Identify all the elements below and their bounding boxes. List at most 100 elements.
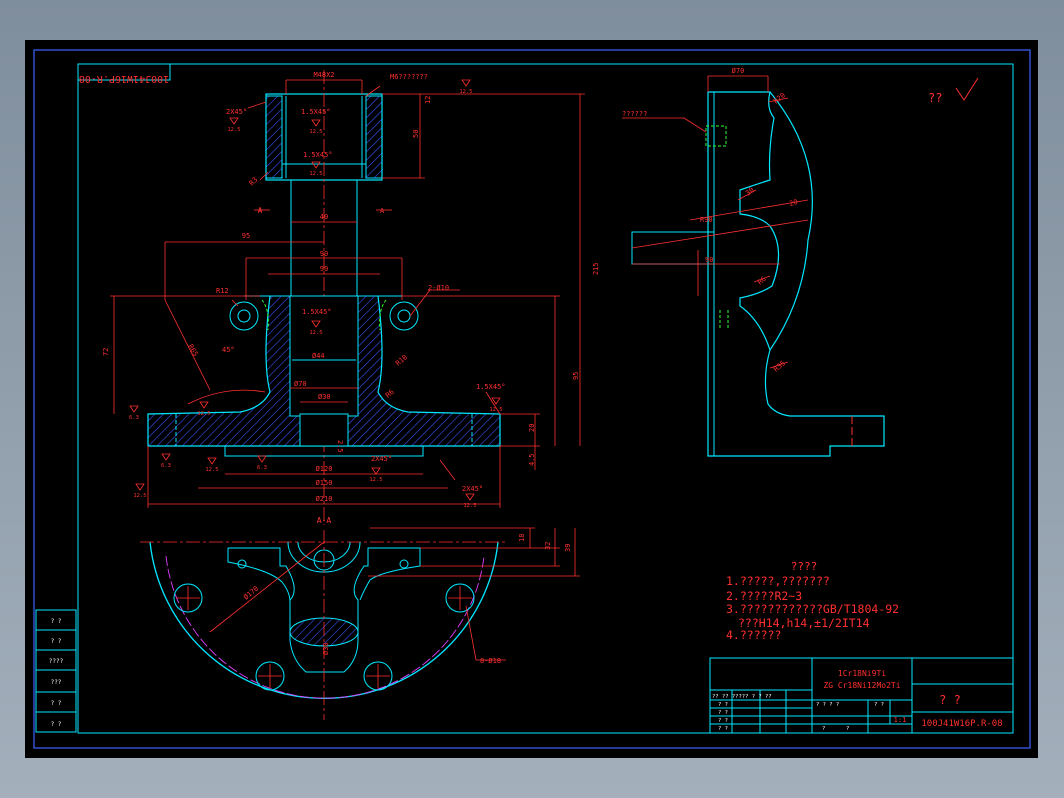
section-dimension: 39 [564, 544, 572, 552]
left-table-cell: ???? [49, 658, 64, 665]
roughness-icon [311, 119, 321, 127]
side-dimension: 90 [705, 256, 713, 264]
front-dimension: M6??????? [390, 73, 428, 81]
title-block-cell: ? ? [718, 726, 728, 732]
title-block-cell: ?? ?? ????? ? ? ?? [712, 694, 772, 700]
front-dimension: 50 [412, 130, 420, 138]
roughness-icon [461, 79, 471, 87]
left-table-cell: ? ? [51, 638, 62, 645]
drawing-canvas[interactable]: 100J41W16P.R-08 ? ?? ????????? ?? ? M48X… [25, 40, 1038, 758]
side-dimension: R90 [700, 216, 713, 224]
front-dimension: Ø30 [318, 393, 331, 401]
side-dimension: ?????? [622, 110, 647, 118]
material-secondary: ZG Cr18Ni12Mo2Ti [823, 681, 900, 690]
drawing-number: 100J41W16P.R-08 [921, 719, 1002, 729]
drawing-svg: 100J41W16P.R-08 ? ?? ????????? ?? ? M48X… [33, 49, 1031, 749]
section-dimension: 8-Ø18 [480, 657, 501, 665]
side-dimension: R20 [772, 91, 787, 105]
roughness-value: 12.5 [309, 171, 322, 177]
section-dimension: 32 [544, 542, 552, 550]
scale-label: 1:1 [894, 716, 907, 724]
side-dimension: 20 [788, 198, 798, 208]
front-dimension: 4.5 [528, 453, 536, 466]
roughness-value: 6.3 [129, 415, 139, 421]
front-dimension: R12 [216, 287, 229, 295]
roughness-value: 12.5 [369, 477, 382, 483]
front-dimension: 2-Ø10 [428, 284, 449, 292]
front-dimension: 45° [222, 346, 235, 354]
roughness-value: 12.5 [133, 493, 146, 499]
roughness-value: 12.5 [489, 407, 502, 413]
roughness-mark: ?? [928, 91, 942, 105]
title-block-cell: ? ? ? ? [816, 702, 839, 708]
front-dimension: 1.5X45° [302, 308, 332, 316]
note-line: 4.?????? [726, 628, 781, 642]
rotated-title: 100J41W16P.R-08 [79, 73, 169, 84]
note-line: 1.?????,??????? [726, 574, 830, 588]
front-dimension: 20 [528, 424, 536, 432]
left-table-cell: ? ? [51, 618, 62, 625]
front-dimension: R3 [248, 176, 260, 188]
front-dimension: 2X45° [462, 485, 483, 493]
roughness-icon [207, 457, 217, 465]
cad-viewport: 100J41W16P.R-08 ? ?? ????????? ?? ? M48X… [0, 0, 1064, 798]
roughness-icon [161, 453, 171, 461]
front-dimension: 90 [320, 250, 328, 258]
roughness-icon [199, 401, 209, 409]
roughness-icon [129, 405, 139, 413]
section-dimensions: A-A1832 39Ø170Ø308-Ø18 [242, 516, 572, 665]
material-primary: 1Cr18Ni9Ti [838, 669, 886, 678]
roughness-value: 12.5 [309, 330, 322, 336]
front-dimension: 2X45° [371, 455, 392, 463]
front-dimension: 1.5X45° [303, 151, 333, 159]
front-dimension: M48X2 [313, 71, 334, 79]
inner-frame [77, 63, 1014, 734]
left-table-cell: ? ? [51, 700, 62, 707]
roughness-value: 12.5 [205, 467, 218, 473]
roughness-value: 12.5 [309, 129, 322, 135]
technical-notes: ????1.?????,???????2.?????R2~33.????????… [726, 560, 899, 642]
section-dimension: 18 [518, 534, 526, 542]
side-dimension: R6 [756, 275, 768, 287]
front-view [110, 70, 585, 525]
left-table [35, 609, 77, 733]
side-dimension: Ø70 [732, 67, 745, 75]
front-dimension: 95 [572, 372, 580, 380]
title-block-cell: ? ? [874, 702, 884, 708]
roughness-icon [465, 493, 475, 501]
title-block-cell: ? ? [718, 702, 728, 708]
note-line: 3.????????????GB/T1804-92 [726, 602, 899, 616]
roughness-value: 12.5 [227, 127, 240, 133]
front-dimension: 72 [102, 348, 110, 356]
front-dimension: Ø150 [316, 479, 333, 487]
front-dimension: Ø210 [316, 495, 333, 503]
outer-frame [33, 49, 1031, 749]
front-dimension: 1.5X45° [301, 108, 331, 116]
note-line: 2.?????R2~3 [726, 589, 802, 603]
front-dimension: 1.5X45° [476, 383, 506, 391]
roughness-icon [229, 117, 239, 125]
front-dimension: 40 [320, 213, 328, 221]
roughness-icon [371, 467, 381, 475]
front-dimension: 90 [320, 265, 328, 273]
section-view [140, 527, 580, 720]
roughness-value: 12.5 [463, 503, 476, 509]
roughness-value: 12.5 [197, 411, 210, 417]
front-dimension: Ø120 [316, 465, 333, 473]
section-dimension: Ø30 [322, 642, 330, 655]
front-dimension: 95 [242, 232, 250, 240]
front-dimension: A [380, 207, 385, 215]
front-dimension: Ø70 [294, 380, 307, 388]
front-dimension: 2X45° [226, 108, 247, 116]
roughness-icon [311, 161, 321, 169]
front-dimension: 12 [424, 96, 432, 104]
roughness-value: 6.3 [257, 465, 267, 471]
title-block-cell: ? ? [718, 718, 728, 724]
front-dimension: R65 [186, 343, 199, 358]
roughness-icon [135, 483, 145, 491]
section-label: A-A [317, 516, 332, 525]
title-block-cell: ? ? [718, 710, 728, 716]
roughness-value: 6.3 [161, 463, 171, 469]
title-block-cell: ? [822, 726, 825, 732]
front-dimension: R10 [394, 353, 409, 367]
